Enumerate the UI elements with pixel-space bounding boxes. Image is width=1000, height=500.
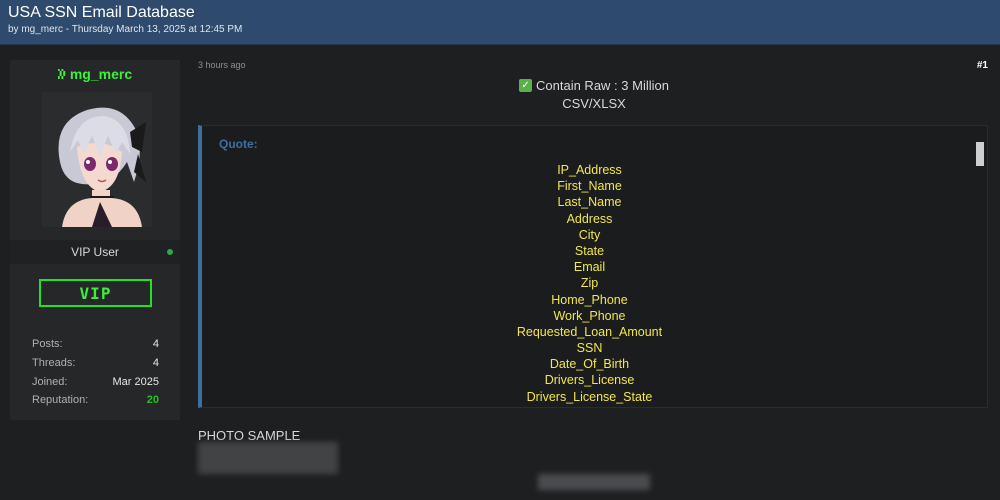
- list-item: Address: [566, 211, 613, 226]
- post-body: 3 hours ago #1 ✓ Contain Raw : 3 Million…: [198, 58, 990, 498]
- rank-label: VIP User: [71, 245, 119, 259]
- list-item: Email: [573, 260, 606, 275]
- quote-label: Quote:: [219, 137, 258, 151]
- list-item: State: [574, 243, 605, 258]
- username-row[interactable]: ▚▚ ▞▞ mg_merc: [10, 60, 180, 82]
- quote-block: Quote: IP_Address First_Name Last_Name A…: [198, 125, 988, 408]
- stat-reputation: Reputation: 20: [32, 394, 159, 408]
- stat-value[interactable]: 20: [147, 394, 159, 408]
- user-stats: VIP Posts: 4 Threads: 4 Joined: Mar 2025…: [10, 266, 180, 420]
- blurred-image: [538, 474, 650, 490]
- stat-label: Joined:: [32, 376, 68, 388]
- avatar[interactable]: [42, 92, 152, 227]
- user-rank: VIP User: [10, 240, 180, 264]
- list-item: Zip: [580, 276, 599, 291]
- stat-threads: Threads: 4: [32, 357, 159, 371]
- thread-header: USA SSN Email Database by mg_merc - Thur…: [0, 0, 1000, 45]
- stat-posts: Posts: 4: [32, 338, 159, 352]
- list-item: Drivers_License: [544, 373, 635, 388]
- stat-label: Posts:: [32, 338, 63, 350]
- stat-label: Threads:: [32, 357, 76, 369]
- raw-count-line: ✓ Contain Raw : 3 Million: [198, 78, 990, 93]
- stat-value: Mar 2025: [112, 376, 159, 388]
- stat-joined: Joined: Mar 2025: [32, 376, 159, 390]
- field-list: IP_Address First_Name Last_Name Address …: [202, 162, 977, 405]
- thread-title: USA SSN Email Database: [8, 4, 195, 21]
- stat-label: Reputation:: [32, 394, 89, 406]
- list-item: Last_Name: [557, 195, 622, 210]
- online-status-icon: [167, 249, 173, 255]
- raw-count-text: Contain Raw : 3 Million: [536, 78, 669, 93]
- list-item: Drivers_License_State: [526, 389, 653, 404]
- scroll-thumb[interactable]: [976, 142, 984, 166]
- post-number[interactable]: #1: [977, 60, 988, 71]
- blurred-image: [198, 442, 338, 474]
- list-item: IP_Address: [557, 163, 622, 177]
- list-item: SSN: [576, 341, 603, 356]
- list-item: Date_Of_Birth: [549, 357, 630, 372]
- avatar-image: [42, 92, 152, 227]
- thread-meta[interactable]: by mg_merc - Thursday March 13, 2025 at …: [8, 24, 242, 35]
- post-timestamp[interactable]: 3 hours ago: [198, 60, 246, 70]
- list-item: Work_Phone: [553, 308, 626, 323]
- list-item: Home_Phone: [551, 292, 628, 307]
- username[interactable]: mg_merc: [70, 66, 132, 82]
- list-item: First_Name: [557, 179, 622, 194]
- list-item: City: [578, 227, 601, 242]
- vip-badge: VIP: [39, 279, 152, 307]
- stat-value[interactable]: 4: [153, 338, 159, 352]
- stat-value[interactable]: 4: [153, 357, 159, 371]
- checkmark-icon: ✓: [519, 79, 533, 92]
- quote-scrollbar[interactable]: [973, 126, 987, 407]
- user-badge-icon: ▚▚ ▞▞: [57, 69, 66, 79]
- list-item: Requested_Loan_Amount: [516, 324, 663, 339]
- format-line: CSV/XLSX: [562, 96, 626, 111]
- user-profile-card: ▚▚ ▞▞ mg_merc VIP User VIP Posts: 4 Thre…: [10, 60, 180, 420]
- photo-sample-label: PHOTO SAMPLE: [198, 428, 301, 443]
